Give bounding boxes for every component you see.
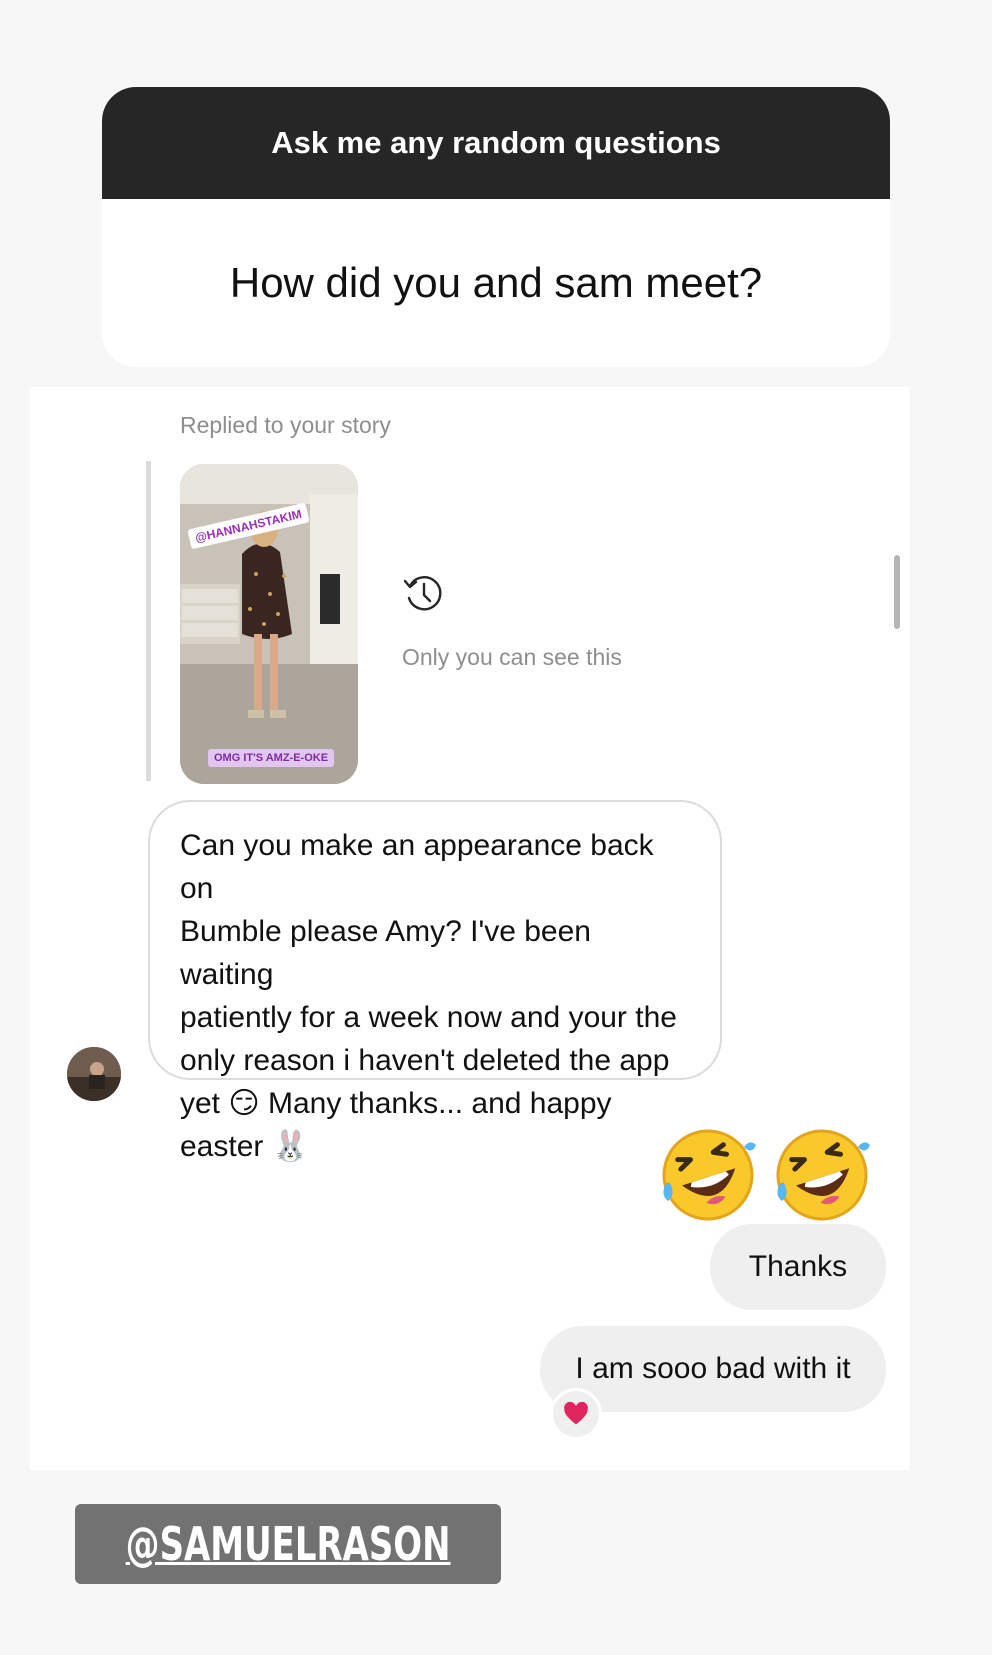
mention-sticker[interactable]: @SAMUELRASON: [75, 1504, 501, 1584]
message-line: patiently for a week now and your the: [180, 1001, 677, 1034]
story-thumbnail[interactable]: @HANNAHSTAKIM OMG IT'S AMZ-E-OKE: [180, 464, 358, 784]
message-line: yet 😏 Many thanks... and happy: [180, 1082, 692, 1125]
avatar-photo: [67, 1047, 121, 1101]
scrollbar[interactable]: [894, 555, 900, 629]
message-line: Can you make an appearance back on: [180, 829, 654, 905]
rabbit-emoji: 🐰: [271, 1130, 310, 1163]
message-text: easter: [180, 1130, 264, 1163]
outgoing-message-bubble: Thanks: [710, 1224, 886, 1310]
history-clock-icon: [403, 576, 442, 611]
private-note-text: Only you can see this: [402, 644, 622, 670]
rofl-emoji-icon: [662, 1129, 756, 1221]
smirk-emoji: 😏: [228, 1087, 260, 1120]
message-text: Many thanks... and happy: [268, 1087, 612, 1120]
dm-screenshot: Replied to your story @HANNAHSTAKIM OMG …: [30, 387, 910, 1470]
question-text: How did you and sam meet?: [229, 259, 763, 306]
message-line: Bumble please Amy? I've been waiting: [180, 915, 591, 991]
reply-quote-line: [146, 461, 151, 781]
message-line: easter 🐰: [180, 1125, 692, 1168]
mention-text: @SAMUELRASON: [125, 1517, 451, 1571]
rofl-emoji-icon: [776, 1129, 871, 1221]
message-line: only reason i haven't deleted the app: [180, 1044, 670, 1077]
replied-label: Replied to your story: [180, 412, 391, 438]
outgoing-emoji-row: [658, 1125, 882, 1230]
sender-avatar[interactable]: [67, 1047, 121, 1101]
private-note: Only you can see this: [402, 572, 622, 670]
story-caption-tag: OMG IT'S AMZ-E-OKE: [208, 749, 335, 767]
question-sticker: Ask me any random questions How did you …: [102, 87, 890, 367]
question-sticker-header: Ask me any random questions: [102, 87, 890, 199]
message-text: yet: [180, 1087, 221, 1120]
incoming-message-bubble: Can you make an appearance back on Bumbl…: [148, 800, 722, 1163]
heart-icon: [564, 1401, 588, 1425]
heart-reaction[interactable]: [550, 1388, 602, 1440]
